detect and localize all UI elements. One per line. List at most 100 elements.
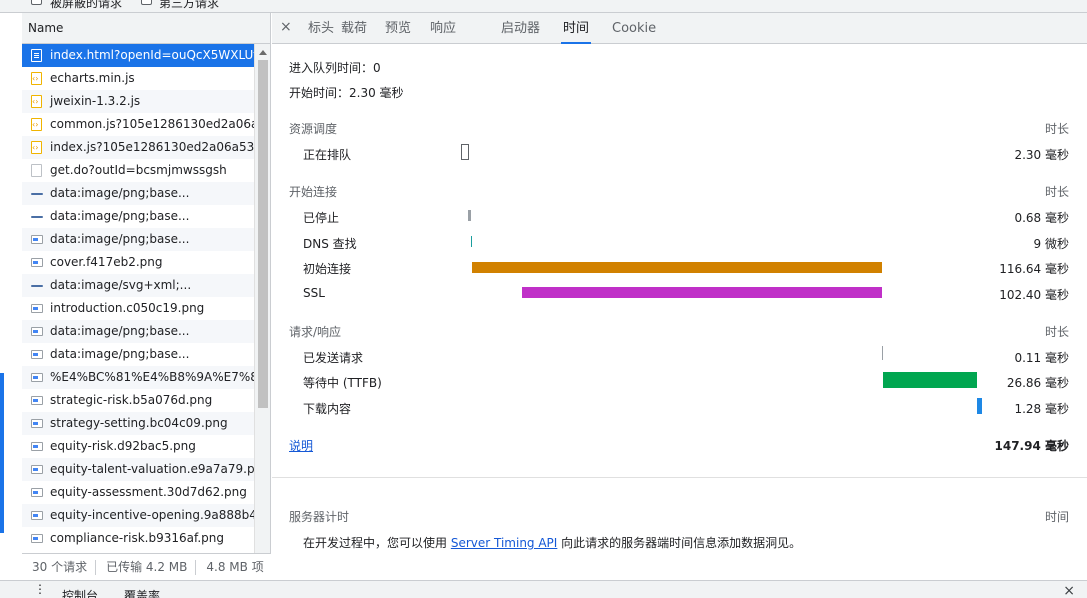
total-duration: 147.94 毫秒 (994, 439, 1070, 453)
queueing-label: 正在排队 (303, 148, 352, 162)
request-list: index.html?openId=ouQcX5WXLUf echarts.min… (22, 44, 254, 566)
request-name: data:image/png;base... (50, 186, 190, 200)
explanation-link[interactable]: 说明 (289, 437, 313, 454)
initial-connection-label: 初始连接 (303, 262, 352, 276)
request-row[interactable]: compliance-risk.b9316af.png (22, 527, 254, 550)
dns-bar (471, 236, 472, 247)
request-row[interactable]: %E4%BC%81%E4%B8%9A%E7%8E (22, 366, 254, 389)
close-drawer-icon[interactable]: × (1063, 583, 1075, 598)
request-row[interactable]: data:image/png;base... (22, 320, 254, 343)
request-list-scrollbar[interactable] (254, 44, 270, 566)
close-detail-icon[interactable]: × (280, 19, 292, 35)
server-timing-description: 在开发过程中，您可以使用 Server Timing API 向此请求的服务器端… (303, 534, 801, 551)
request-row[interactable]: equity-risk.d92bac5.png (22, 435, 254, 458)
request-row[interactable]: introduction.c050c19.png (22, 297, 254, 320)
request-response-duration-header: 时长 (1044, 325, 1069, 339)
dns-value: 9 微秒 (1033, 237, 1069, 251)
server-timing-time-header: 时间 (1044, 510, 1069, 524)
ssl-bar (522, 287, 882, 298)
image-file-icon (31, 465, 43, 474)
third-party-checkbox[interactable] (141, 0, 152, 5)
timing-content: 进入队列时间：0 开始时间：2.30 毫秒 资源调度 时长 正在排队 2.30 … (272, 44, 1087, 580)
request-row[interactable]: strategic-risk.b5a076d.png (22, 389, 254, 412)
ssl-label: SSL (303, 286, 325, 300)
waiting-bar (883, 372, 977, 388)
request-row[interactable]: echarts.min.js (22, 67, 254, 90)
server-timing-text-before: 在开发过程中，您可以使用 (303, 536, 451, 550)
tab-3[interactable]: 响应 (428, 13, 458, 44)
transferred-size: 已传输 4.2 MB (96, 560, 197, 575)
waiting-value: 26.86 毫秒 (1006, 376, 1069, 390)
request-row[interactable]: cover.f417eb2.png (22, 251, 254, 274)
request-name: jweixin-1.3.2.js (50, 94, 141, 108)
tab-4[interactable]: 启动器 (499, 13, 542, 44)
scroll-thumb[interactable] (258, 60, 268, 408)
server-timing-title: 服务器计时 (289, 510, 350, 524)
detail-tabs: × 标头 载荷 预览 响应 启动器 时间 Cookie (272, 13, 1087, 44)
request-name: data:image/png;base... (50, 324, 190, 338)
file-icon (31, 164, 42, 177)
request-name: strategy-setting.bc04c09.png (50, 416, 228, 430)
request-row[interactable]: equity-assessment.30d7d62.png (22, 481, 254, 504)
image-file-icon (31, 235, 43, 244)
request-name: equity-talent-valuation.e9a7a79.pn (50, 462, 254, 476)
request-row[interactable]: data:image/svg+xml;... (22, 274, 254, 297)
request-name: data:image/png;base... (50, 209, 190, 223)
tab-1[interactable]: 载荷 (339, 13, 369, 44)
request-name: index.html?openId=ouQcX5WXLUf (50, 48, 254, 62)
request-row[interactable]: strategy-setting.bc04c09.png (22, 412, 254, 435)
tab-6[interactable]: Cookie (610, 13, 658, 44)
drawer-tab-coverage[interactable]: 覆盖率 (124, 587, 160, 598)
image-file-icon (31, 216, 43, 218)
dns-label: DNS 查找 (303, 237, 357, 251)
connection-start-duration-header: 时长 (1044, 185, 1069, 199)
tab-0[interactable]: 标头 (306, 13, 336, 44)
request-row[interactable]: equity-incentive-opening.9a888b4. (22, 504, 254, 527)
ssl-value: 102.40 毫秒 (999, 288, 1069, 302)
connection-start-title: 开始连接 (289, 185, 338, 199)
request-name: index.js?105e1286130ed2a06a53 (50, 140, 254, 154)
stalled-label: 已停止 (303, 211, 340, 225)
scroll-up-arrow-icon[interactable] (259, 50, 267, 55)
request-row[interactable]: data:image/png;base... (22, 343, 254, 366)
image-file-icon (31, 511, 43, 520)
image-file-icon (31, 258, 43, 267)
request-row[interactable]: get.do?outId=bcsmjmwssgsh (22, 159, 254, 182)
request-row[interactable]: index.js?105e1286130ed2a06a53 (22, 136, 254, 159)
request-row[interactable]: data:image/png;base... (22, 228, 254, 251)
request-row[interactable]: data:image/png;base... (22, 205, 254, 228)
request-count: 30 个请求 (22, 560, 97, 575)
resources-size: 4.8 MB 项 (206, 560, 264, 574)
tab-5[interactable]: 时间 (561, 13, 592, 44)
image-file-icon (31, 327, 43, 336)
resource-scheduling-duration-header: 时长 (1044, 122, 1069, 136)
waiting-label: 等待中 (TTFB) (303, 376, 382, 390)
name-column-header[interactable]: Name (22, 13, 270, 44)
tab-2[interactable]: 预览 (383, 13, 413, 44)
request-row[interactable]: common.js?105e1286130ed2a06a5 (22, 113, 254, 136)
blocked-requests-checkbox[interactable] (31, 0, 42, 5)
request-row[interactable]: data:image/png;base... (22, 182, 254, 205)
server-timing-api-link[interactable]: Server Timing API (451, 536, 558, 550)
request-name: compliance-risk.b9316af.png (50, 531, 224, 545)
image-file-icon (31, 193, 43, 195)
request-row[interactable]: equity-talent-valuation.e9a7a79.pn (22, 458, 254, 481)
script-file-icon (31, 136, 42, 159)
request-name: equity-risk.d92bac5.png (50, 439, 196, 453)
image-file-icon (31, 488, 43, 497)
request-sent-bar (882, 346, 883, 360)
script-file-icon (31, 67, 42, 90)
request-row[interactable]: jweixin-1.3.2.js (22, 90, 254, 113)
request-name: data:image/png;base... (50, 232, 190, 246)
initial-connection-value: 116.64 毫秒 (999, 262, 1069, 276)
drawer-menu-icon[interactable]: ⋮ (34, 582, 46, 596)
drawer-tab-console[interactable]: 控制台 (62, 587, 98, 598)
queued-at-text: 进入队列时间：0 (289, 61, 381, 75)
script-file-icon (31, 90, 42, 113)
request-sent-value: 0.11 毫秒 (1014, 351, 1069, 365)
request-name: cover.f417eb2.png (50, 255, 163, 269)
request-name: introduction.c050c19.png (50, 301, 205, 315)
request-list-panel: Name index.html?openId=ouQcX5WXLUf echart… (22, 13, 271, 580)
request-row[interactable]: index.html?openId=ouQcX5WXLUf (22, 44, 254, 67)
request-sent-label: 已发送请求 (303, 351, 364, 365)
